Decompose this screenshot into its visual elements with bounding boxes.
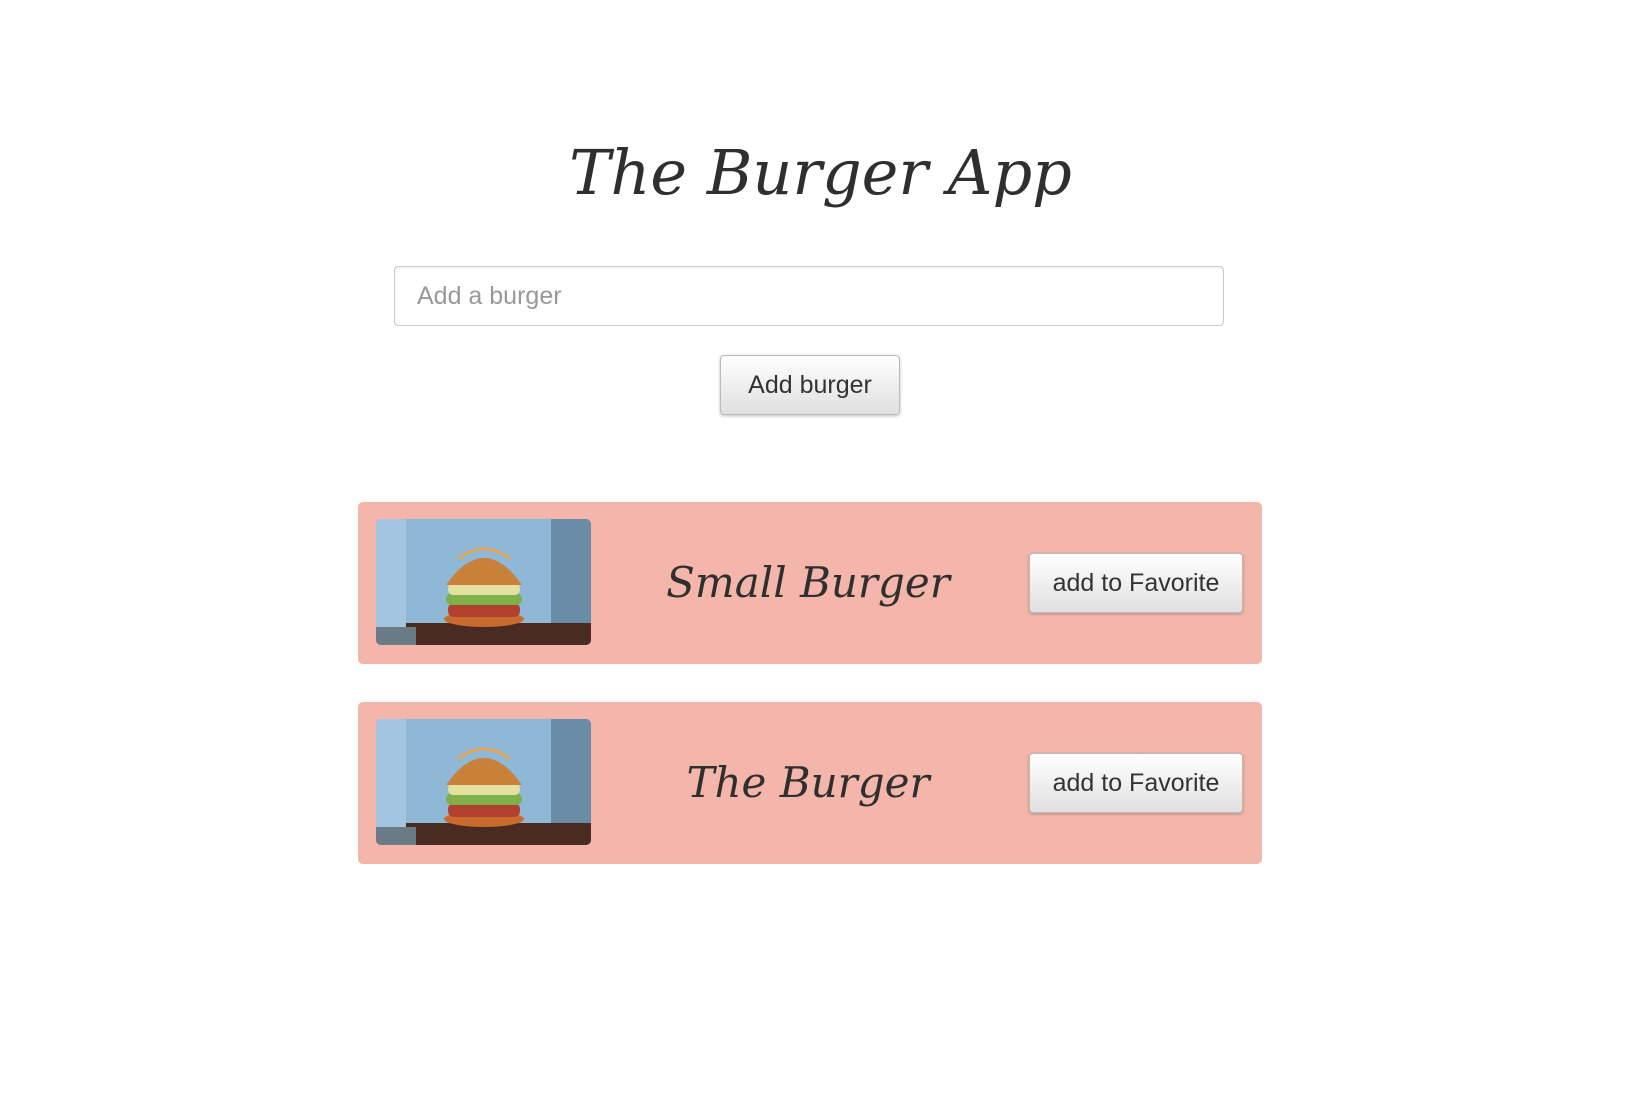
add-to-favorite-button[interactable]: add to Favorite	[1029, 753, 1243, 813]
add-burger-button[interactable]: Add burger	[720, 355, 900, 415]
page-title: The Burger App	[569, 136, 1072, 209]
burger-name-input[interactable]	[394, 266, 1224, 326]
add-to-favorite-button[interactable]: add to Favorite	[1029, 553, 1243, 613]
burger-name: The Burger	[686, 758, 930, 807]
burger-card: The Burger add to Favorite	[358, 702, 1262, 864]
burger-image	[376, 519, 591, 645]
burger-image	[376, 719, 591, 845]
burger-name: Small Burger	[666, 558, 950, 607]
burger-card: Small Burger add to Favorite	[358, 502, 1262, 664]
